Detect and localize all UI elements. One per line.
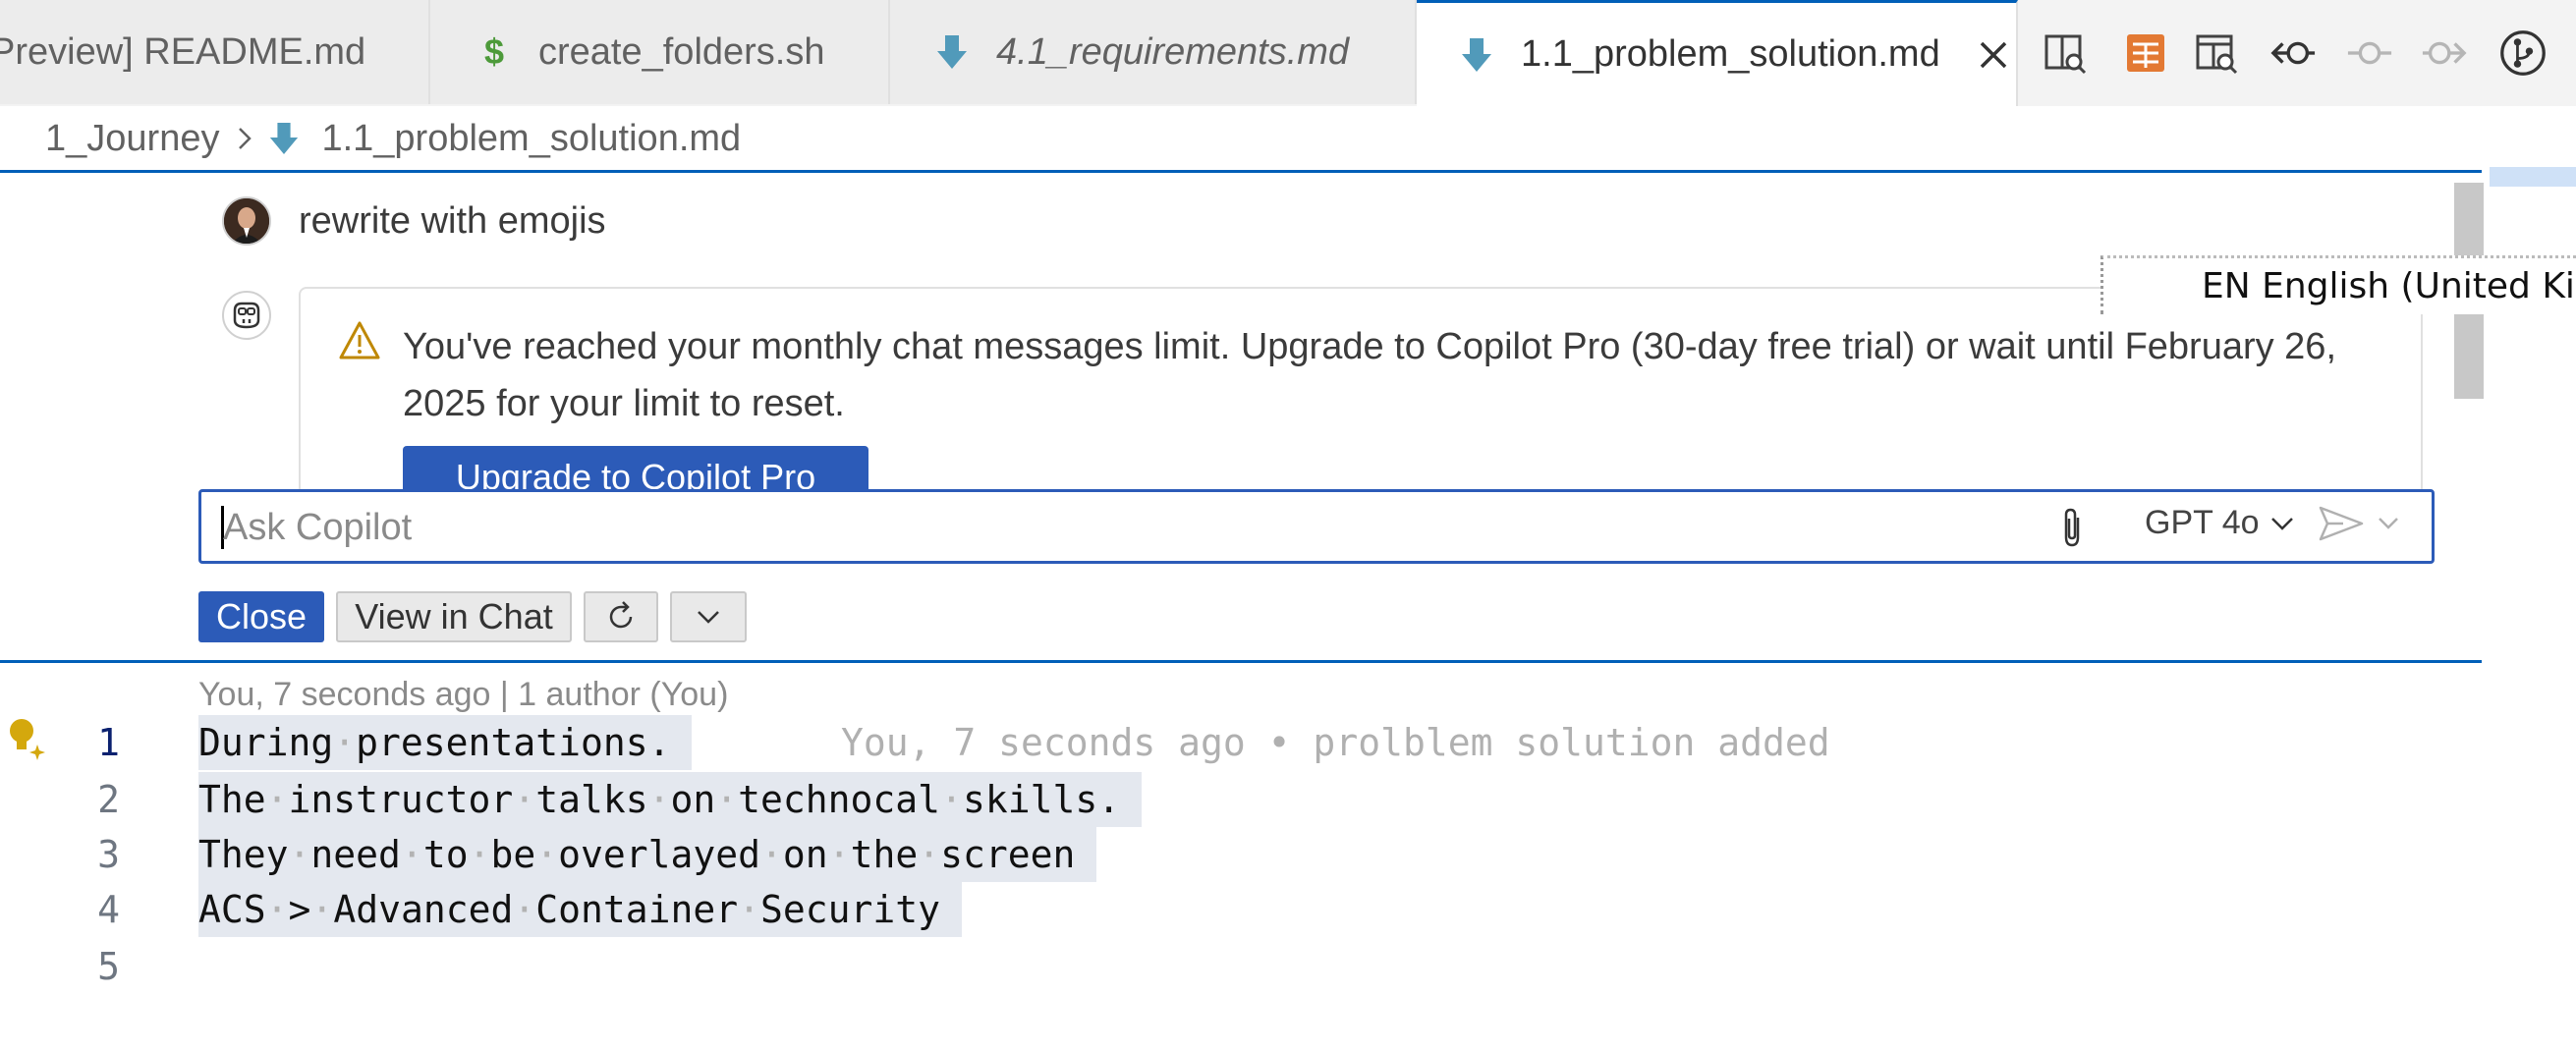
code-text[interactable]: The·instructor·talks·on·technocal·skills… <box>198 772 1143 827</box>
codelens-blame[interactable]: You, 7 seconds ago | 1 author (You) <box>198 676 728 714</box>
markdown-arrow-icon <box>929 33 975 71</box>
refresh-icon <box>604 600 638 634</box>
copilot-icon <box>230 301 263 330</box>
user-chat-message: rewrite with emojis <box>299 200 606 242</box>
commit-icon[interactable] <box>2346 29 2393 77</box>
close-button[interactable]: Close <box>198 591 324 642</box>
code-text[interactable]: ACS·>·Advanced·Container·Security <box>198 882 963 937</box>
breadcrumb-folder[interactable]: 1_Journey <box>45 118 219 160</box>
chevron-right-icon <box>235 124 254 153</box>
code-text[interactable]: During·presentations. <box>198 715 693 770</box>
open-preview-icon[interactable] <box>2193 29 2240 77</box>
tab-label: 1.1_problem_solution.md <box>1521 33 1940 75</box>
tab-label: Preview] README.md <box>0 30 366 73</box>
line-number: 2 <box>97 778 120 821</box>
svg-text:$: $ <box>484 32 504 72</box>
warning-icon <box>338 320 381 366</box>
inline-chat-bottom-border <box>0 660 2482 663</box>
breadcrumb-file[interactable]: 1.1_problem_solution.md <box>321 118 741 160</box>
breadcrumb: 1_Journey 1.1_problem_solution.md <box>0 106 2576 171</box>
markdown-arrow-icon <box>268 121 300 156</box>
line-number: 5 <box>97 945 120 988</box>
inline-blame-annotation: You, 7 seconds ago • prolblem solution a… <box>841 721 1830 764</box>
limit-message: You've reached your monthly chat message… <box>403 326 2337 424</box>
paperclip-icon[interactable] <box>2058 506 2086 554</box>
tab-requirements[interactable]: 4.1_requirements.md <box>890 0 1417 104</box>
tab-readme-preview[interactable]: Preview] README.md <box>0 0 430 104</box>
model-picker[interactable]: GPT 4o <box>2145 504 2295 542</box>
go-forward-icon[interactable] <box>2421 29 2468 77</box>
overview-ruler-highlight <box>2490 167 2576 187</box>
limit-warning-card: You've reached your monthly chat message… <box>299 287 2423 503</box>
rerun-button[interactable] <box>584 591 658 642</box>
line-number: 1 <box>97 721 120 764</box>
chevron-down-icon <box>695 607 722 627</box>
inline-chat-top-border <box>0 170 2482 173</box>
code-text[interactable]: They·need·to·be·overlayed·on·the·screen <box>198 827 1097 882</box>
dollar-icon: $ <box>472 32 517 72</box>
chevron-down-icon <box>2377 515 2400 532</box>
model-name: GPT 4o <box>2145 504 2260 541</box>
table-icon[interactable] <box>2122 29 2169 77</box>
chat-input[interactable] <box>223 500 1991 555</box>
line-number: 3 <box>97 833 120 876</box>
tab-label: 4.1_requirements.md <box>996 30 1350 73</box>
tab-create-folders[interactable]: $ create_folders.sh <box>430 0 890 104</box>
language-indicator: EN English (United Kingdom) <box>2100 255 2576 314</box>
more-actions-button[interactable] <box>670 591 747 642</box>
editor-tab-bar: Preview] README.md $ create_folders.sh 4… <box>0 0 2576 108</box>
view-in-chat-button[interactable]: View in Chat <box>336 591 572 642</box>
split-preview-icon[interactable] <box>2042 29 2089 77</box>
source-control-graph-icon[interactable] <box>2499 29 2547 77</box>
tab-label: create_folders.sh <box>538 30 825 73</box>
close-icon[interactable] <box>1978 39 2009 71</box>
line-number: 4 <box>97 888 120 931</box>
send-icon <box>2318 504 2365 543</box>
go-back-icon[interactable] <box>2269 29 2317 77</box>
copilot-avatar <box>222 291 271 340</box>
avatar <box>222 196 271 246</box>
send-button[interactable] <box>2318 504 2400 543</box>
markdown-arrow-icon <box>1454 36 1499 74</box>
chat-input-box[interactable]: GPT 4o <box>198 489 2435 564</box>
tab-problem-solution[interactable]: 1.1_problem_solution.md <box>1417 0 2018 106</box>
chevron-down-icon <box>2269 515 2295 532</box>
